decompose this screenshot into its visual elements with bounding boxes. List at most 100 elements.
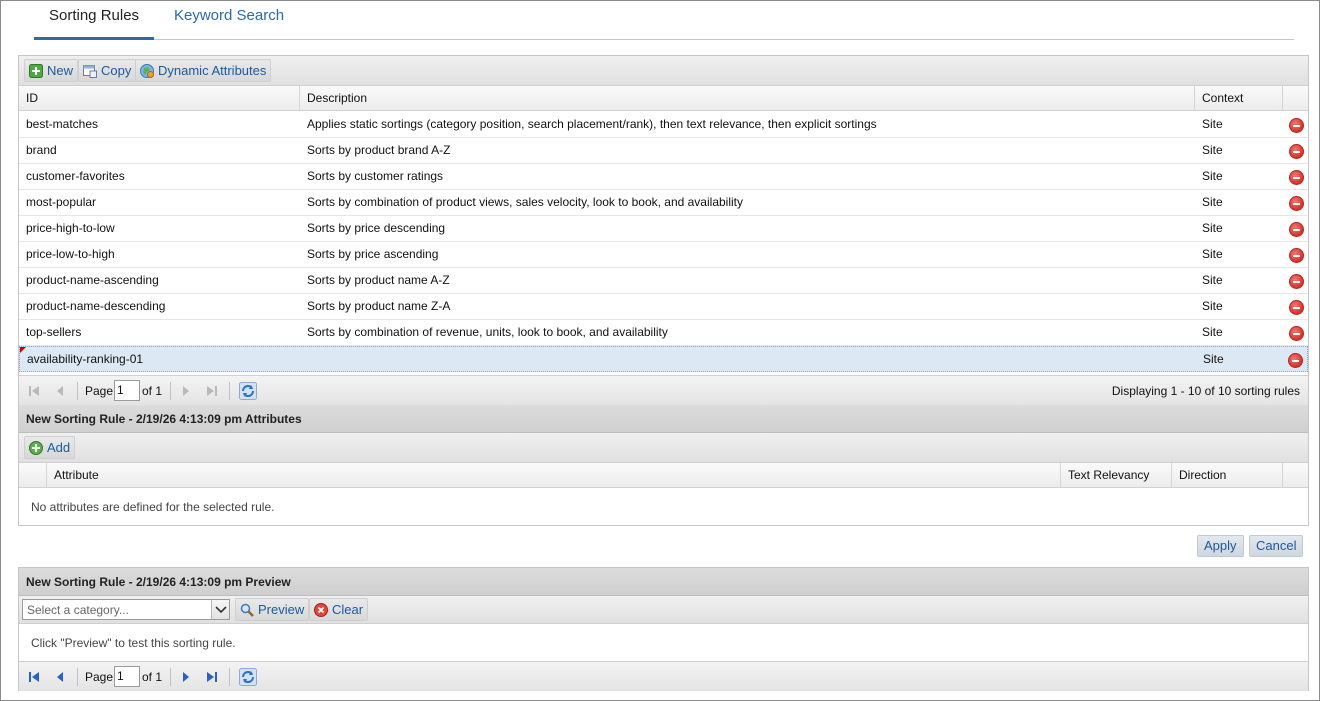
prev-page-icon[interactable] [53, 384, 67, 398]
column-header-blank [19, 463, 47, 488]
rule-description [301, 347, 1196, 373]
table-row[interactable]: top-sellers Sorts by combination of reve… [19, 320, 1308, 346]
table-row[interactable]: product-name-descending Sorts by product… [19, 294, 1308, 320]
delete-icon[interactable] [1289, 248, 1304, 263]
delete-icon[interactable] [1289, 196, 1304, 211]
last-page-icon[interactable] [205, 670, 219, 684]
refresh-icon[interactable] [239, 668, 257, 686]
page-label: Page [85, 384, 114, 398]
tab-bar: Sorting Rules Keyword Search [34, 0, 1294, 40]
table-row[interactable]: most-popular Sorts by combination of pro… [19, 190, 1308, 216]
preview-button[interactable]: Preview [235, 598, 310, 621]
table-row-selected[interactable]: availability-ranking-01 Site [19, 346, 1308, 372]
prev-page-icon[interactable] [53, 670, 67, 684]
new-button-label: New [47, 63, 74, 78]
delete-icon[interactable] [1289, 118, 1304, 133]
table-row[interactable]: customer-favorites Sorts by customer rat… [19, 164, 1308, 190]
next-page-icon[interactable] [179, 384, 193, 398]
last-page-icon[interactable] [205, 384, 219, 398]
chevron-down-icon[interactable] [211, 600, 229, 619]
rule-description: Sorts by price ascending [307, 247, 439, 261]
column-header-text-relevancy[interactable]: Text Relevancy [1061, 463, 1172, 488]
clear-button[interactable]: Clear [309, 598, 369, 621]
column-header-description[interactable]: Description [300, 86, 1195, 111]
tab-keyword-search[interactable]: Keyword Search [159, 6, 299, 40]
copy-button[interactable]: Copy [78, 59, 137, 82]
rule-id: price-high-to-low [26, 221, 115, 235]
table-row[interactable]: price-low-to-high Sorts by price ascendi… [19, 242, 1308, 268]
table-row[interactable]: best-matches Applies static sortings (ca… [19, 112, 1308, 138]
preview-panel: New Sorting Rule - 2/19/26 4:13:09 pm Pr… [18, 567, 1309, 691]
delete-icon[interactable] [1289, 300, 1304, 315]
page-input[interactable]: 1 [114, 666, 140, 687]
table-row[interactable]: product-name-ascending Sorts by product … [19, 268, 1308, 294]
rules-grid-body: best-matches Applies static sortings (ca… [19, 112, 1308, 374]
dynamic-attributes-icon [140, 64, 154, 78]
add-circle-icon [29, 441, 43, 455]
first-page-icon[interactable] [27, 384, 41, 398]
page-label: Page [85, 670, 114, 684]
rule-description: Sorts by customer ratings [307, 169, 444, 183]
rule-context: Site [1202, 273, 1223, 287]
rules-grid-header: ID Description Context [19, 86, 1308, 111]
attributes-title: New Sorting Rule - 2/19/26 4:13:09 pm At… [19, 405, 1308, 433]
tab-sorting-rules[interactable]: Sorting Rules [34, 6, 155, 40]
delete-icon[interactable] [1289, 274, 1304, 289]
new-button[interactable]: New [24, 59, 79, 82]
rule-context: Site [1203, 352, 1224, 366]
rule-context: Site [1202, 117, 1223, 131]
preview-title: New Sorting Rule - 2/19/26 4:13:09 pm Pr… [19, 568, 1308, 596]
rules-pager: Page 1 of 1 Displaying 1 - 10 of 10 sort… [19, 375, 1308, 405]
page-of-label: of 1 [142, 670, 163, 684]
table-row[interactable]: brand Sorts by product brand A-Z Site [19, 138, 1308, 164]
pager-separator [170, 668, 171, 686]
magnifier-icon [240, 603, 254, 617]
clear-button-label: Clear [332, 602, 364, 617]
delete-icon[interactable] [1289, 170, 1304, 185]
rules-toolbar: New Copy Dynamic Attributes [19, 56, 1308, 86]
rule-context: Site [1202, 221, 1223, 235]
pager-separator [170, 382, 171, 400]
column-header-context[interactable]: Context [1195, 86, 1283, 111]
rule-context: Site [1202, 299, 1223, 313]
page-input[interactable]: 1 [114, 380, 140, 401]
rule-id: availability-ranking-01 [27, 352, 144, 366]
category-select-placeholder: Select a category... [27, 603, 129, 617]
delete-icon[interactable] [1289, 326, 1304, 341]
add-icon [29, 64, 43, 78]
column-header-id[interactable]: ID [19, 86, 300, 111]
first-page-icon[interactable] [27, 670, 41, 684]
clear-icon [314, 603, 328, 617]
column-header-attribute[interactable]: Attribute [47, 463, 1061, 488]
rule-id: brand [26, 143, 57, 157]
rule-description: Sorts by product name Z-A [307, 299, 451, 313]
rule-context: Site [1202, 195, 1223, 209]
rule-context: Site [1202, 325, 1223, 339]
cancel-button[interactable]: Cancel [1249, 535, 1304, 557]
delete-icon[interactable] [1289, 222, 1304, 237]
rule-context: Site [1202, 247, 1223, 261]
next-page-icon[interactable] [179, 670, 193, 684]
rule-id: most-popular [26, 195, 97, 209]
rule-id: best-matches [26, 117, 99, 131]
dynamic-attributes-button[interactable]: Dynamic Attributes [135, 59, 272, 82]
table-row[interactable]: price-high-to-low Sorts by price descend… [19, 216, 1308, 242]
dynamic-attributes-button-label: Dynamic Attributes [158, 63, 267, 78]
delete-icon[interactable] [1288, 353, 1303, 368]
attributes-panel: New Sorting Rule - 2/19/26 4:13:09 pm At… [18, 405, 1309, 526]
preview-button-label: Preview [258, 602, 305, 617]
attributes-empty-message: No attributes are defined for the select… [31, 500, 275, 514]
rule-id: price-low-to-high [26, 247, 115, 261]
add-attribute-button[interactable]: Add [24, 436, 76, 459]
rule-description: Sorts by price descending [307, 221, 446, 235]
pager-separator [77, 382, 78, 400]
column-header-direction[interactable]: Direction [1172, 463, 1283, 488]
apply-button[interactable]: Apply [1197, 535, 1244, 557]
category-select[interactable]: Select a category... [22, 599, 230, 620]
copy-button-label: Copy [101, 63, 132, 78]
rule-description: Sorts by combination of product views, s… [307, 195, 743, 209]
paging-display-text: Displaying 1 - 10 of 10 sorting rules [1111, 384, 1300, 398]
refresh-icon[interactable] [239, 382, 257, 400]
rule-id: customer-favorites [26, 169, 125, 183]
delete-icon[interactable] [1289, 144, 1304, 159]
